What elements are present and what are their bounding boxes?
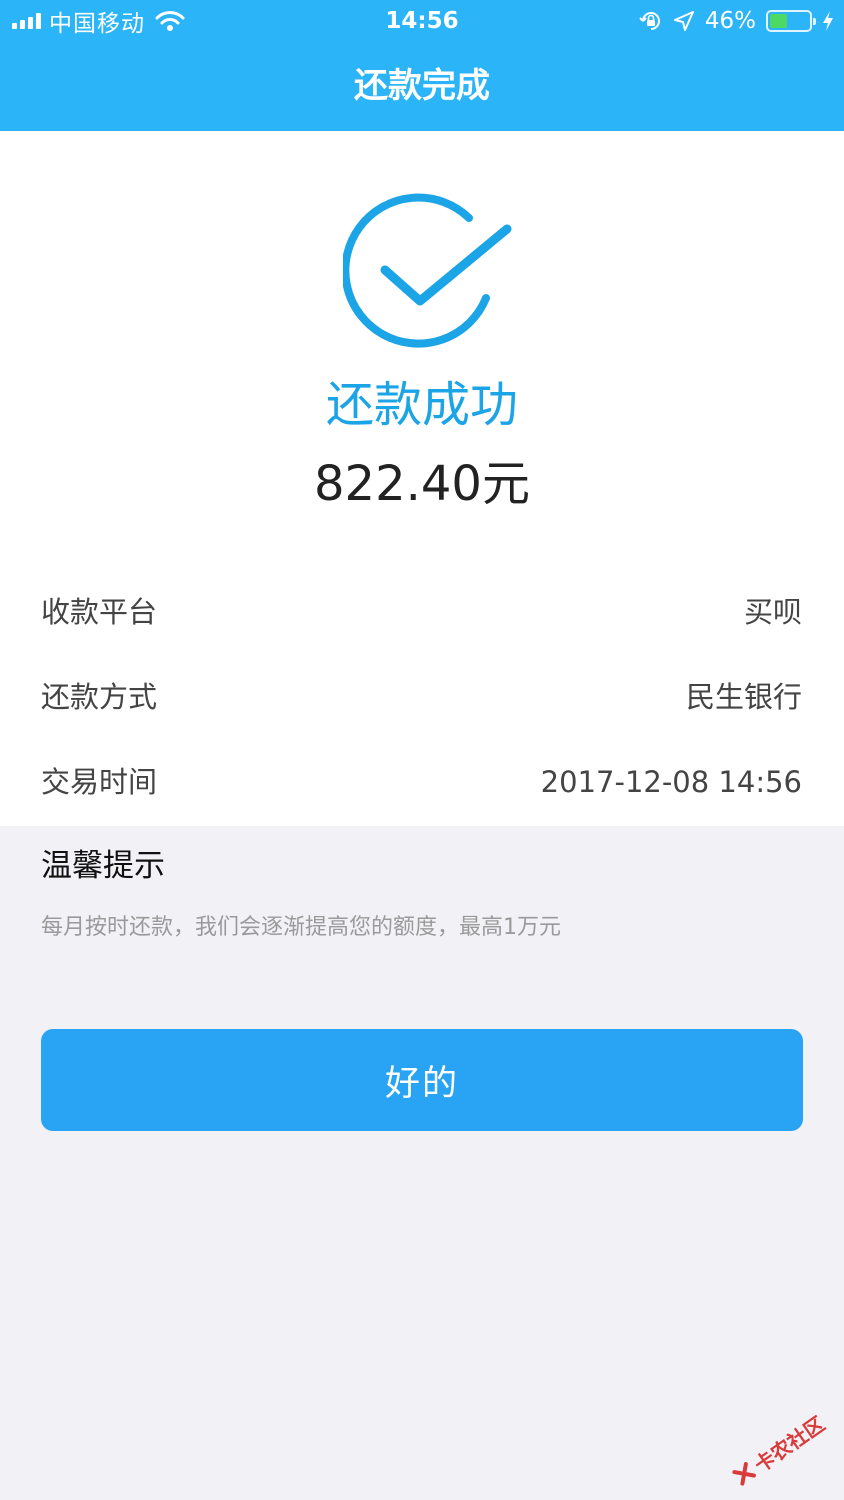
- check-circle-icon: [343, 193, 512, 348]
- battery-percent: 46%: [704, 8, 756, 34]
- orientation-lock-icon: [639, 12, 660, 30]
- ok-button[interactable]: 好的: [41, 1029, 803, 1131]
- detail-label: 还款方式: [41, 680, 158, 714]
- header-bar: 中国移动 14:56 46% 还款完成: [0, 0, 844, 131]
- tips-text: 每月按时还款，我们会逐渐提高您的额度，最高1万元: [41, 915, 561, 940]
- detail-row-method: 还款方式 民生银行: [0, 667, 844, 727]
- watermark-text: 卡农社区: [749, 1411, 829, 1477]
- detail-value: 2017-12-08 14:56: [540, 765, 802, 799]
- detail-label: 交易时间: [41, 765, 158, 799]
- battery-fill: [770, 14, 788, 28]
- detail-value: 民生银行: [685, 680, 802, 714]
- success-status: 还款成功: [325, 377, 518, 433]
- battery-icon: [766, 10, 816, 32]
- status-bar: 中国移动 14:56 46%: [0, 0, 844, 44]
- result-panel: 还款成功 822.40元 收款平台 买呗 还款方式 民生银行 交易时间 2017…: [0, 131, 844, 826]
- detail-row-platform: 收款平台 买呗: [0, 582, 844, 642]
- detail-label: 收款平台: [41, 595, 158, 629]
- location-icon: [673, 11, 694, 31]
- detail-value: 买呗: [743, 595, 802, 629]
- charging-icon: [823, 11, 833, 31]
- repayment-amount: 822.40元: [314, 456, 530, 512]
- watermark: 卡农社区: [719, 1392, 844, 1500]
- detail-row-time: 交易时间 2017-12-08 14:56: [0, 752, 844, 812]
- page-title: 还款完成: [354, 66, 490, 106]
- tips-title: 温馨提示: [41, 848, 165, 884]
